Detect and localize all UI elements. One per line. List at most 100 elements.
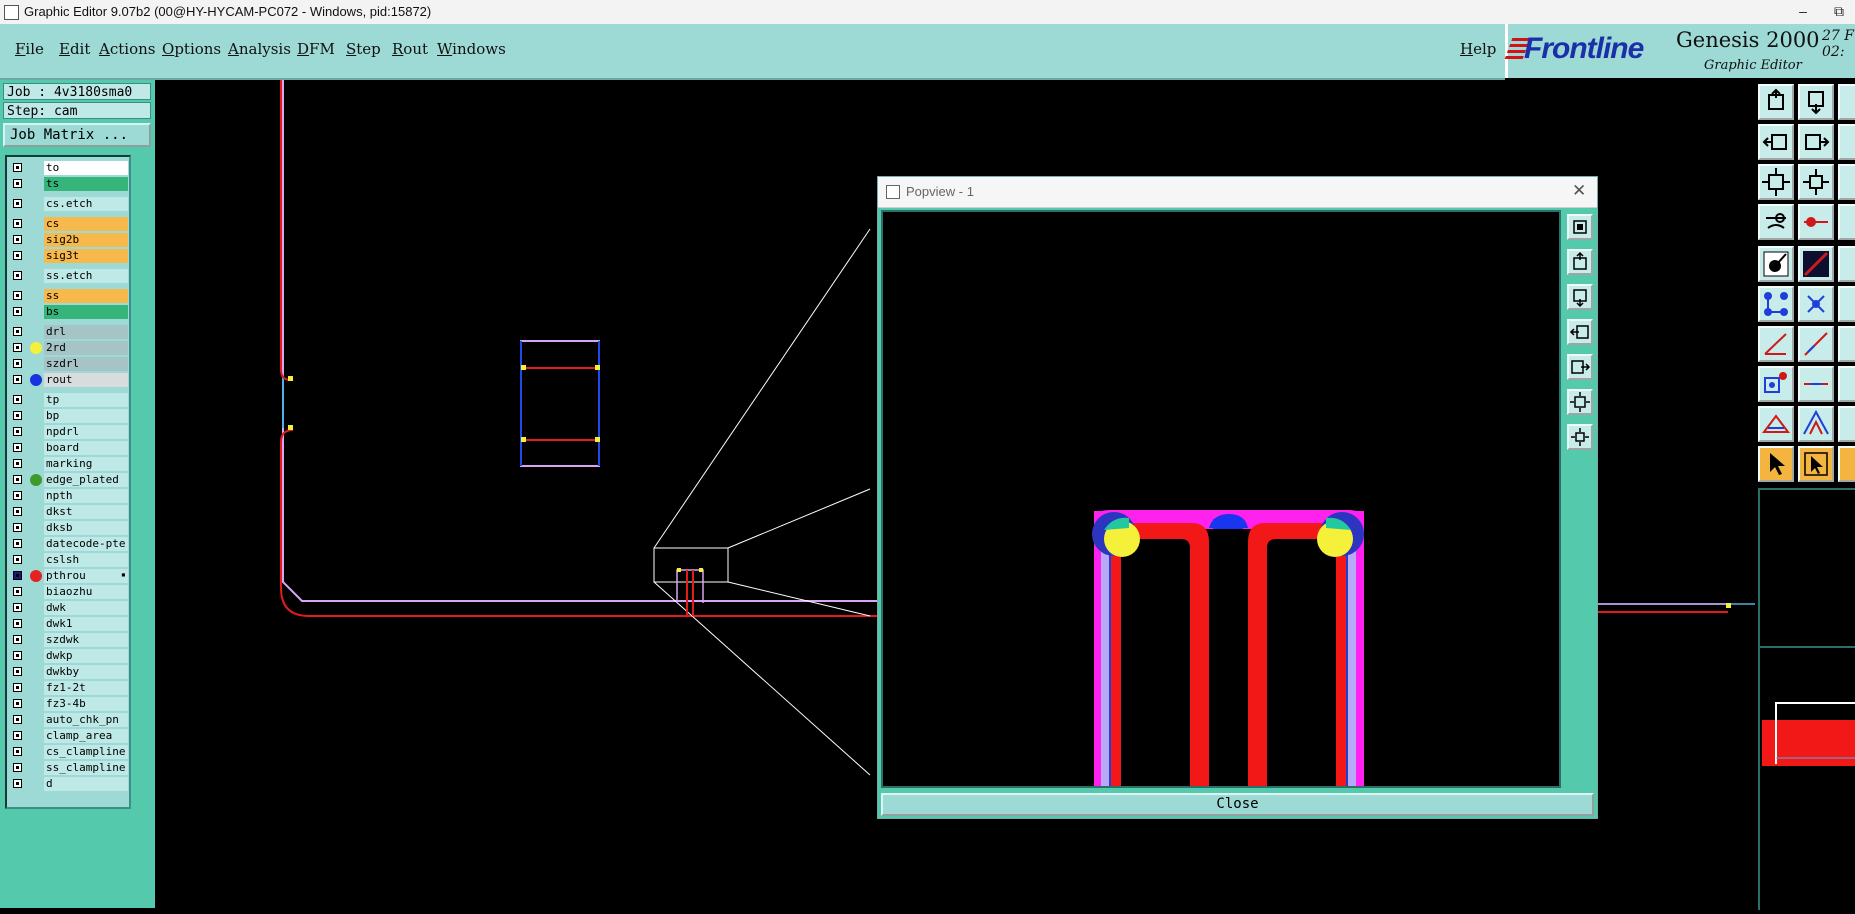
layer-name[interactable]: rout <box>44 373 128 387</box>
layer-row[interactable]: to <box>9 161 129 175</box>
menu-edit[interactable]: Edit <box>59 40 90 58</box>
layer-row[interactable]: dwkby <box>9 665 129 679</box>
layer-name[interactable]: datecode-pte <box>44 537 128 551</box>
layer-checkbox[interactable] <box>13 603 22 612</box>
polygon-icon[interactable] <box>1798 406 1834 442</box>
layer-name[interactable]: ss.etch <box>44 269 128 283</box>
layer-row[interactable]: dkst <box>9 505 129 519</box>
popview-extents-icon[interactable] <box>1567 424 1593 450</box>
layer-checkbox[interactable] <box>13 199 22 208</box>
layer-checkbox[interactable] <box>13 731 22 740</box>
layer-row[interactable]: szdrl <box>9 357 129 371</box>
menu-file[interactable]: File <box>15 40 44 58</box>
popview-zoom-box-icon[interactable] <box>1567 214 1593 240</box>
layer-row[interactable]: dwk1 <box>9 617 129 631</box>
layer-checkbox[interactable] <box>13 307 22 316</box>
layer-name[interactable]: cslsh <box>44 553 128 567</box>
layer-checkbox[interactable] <box>13 235 22 244</box>
layer-row[interactable]: fz3-4b <box>9 697 129 711</box>
layer-row[interactable]: clamp_area <box>9 729 129 743</box>
popview-zoom-out-icon[interactable] <box>1567 284 1593 310</box>
layer-name[interactable]: cs_clampline <box>44 745 128 759</box>
layer-name[interactable]: auto_chk_pn <box>44 713 128 727</box>
dimension-icon[interactable] <box>1838 366 1855 402</box>
layer-checkbox[interactable] <box>13 523 22 532</box>
layer-row[interactable]: ss <box>9 289 129 303</box>
text-icon[interactable] <box>1838 246 1855 282</box>
menu-analysis[interactable]: Analysis <box>228 40 291 58</box>
layer-name[interactable]: bs <box>44 305 128 319</box>
layer-row[interactable]: biaozhu <box>9 585 129 599</box>
menu-dfm[interactable]: DFM <box>297 40 335 58</box>
add-pad-icon[interactable] <box>1758 366 1794 402</box>
popview-zoom-in-icon[interactable] <box>1567 249 1593 275</box>
layer-name[interactable]: szdwk <box>44 633 128 647</box>
zoom-home-icon[interactable] <box>1758 84 1794 120</box>
layer-row[interactable]: auto_chk_pn <box>9 713 129 727</box>
layer-row[interactable]: dwk <box>9 601 129 615</box>
layer-name[interactable]: fz1-2t <box>44 681 128 695</box>
layer-checkbox[interactable] <box>13 343 22 352</box>
layer-checkbox[interactable] <box>13 475 22 484</box>
node-icon[interactable] <box>1838 286 1855 322</box>
layer-row[interactable]: tp <box>9 393 129 407</box>
layer-checkbox[interactable] <box>13 395 22 404</box>
restore-button[interactable]: ⧉ <box>1822 0 1855 24</box>
layer-name[interactable]: edge_plated <box>44 473 128 487</box>
pan-left-icon[interactable] <box>1758 124 1794 160</box>
popview-pan-right-icon[interactable] <box>1567 354 1593 380</box>
layer-checkbox[interactable] <box>13 375 22 384</box>
layer-checkbox[interactable] <box>13 619 22 628</box>
layer-name[interactable]: 2rd <box>44 341 128 355</box>
layer-checkbox[interactable] <box>13 539 22 548</box>
layer-row[interactable]: 2rd <box>9 341 129 355</box>
layer-row[interactable]: cs.etch <box>9 197 129 211</box>
layer-checkbox[interactable] <box>13 699 22 708</box>
layer-name[interactable]: dwkp <box>44 649 128 663</box>
layer-name[interactable]: bp <box>44 409 128 423</box>
layer-name[interactable]: dwk <box>44 601 128 615</box>
layer-name[interactable]: to <box>44 161 128 175</box>
layer-name[interactable]: npth <box>44 489 128 503</box>
layer-name[interactable]: board <box>44 441 128 455</box>
pan-right-icon[interactable] <box>1798 124 1834 160</box>
zoom-extents-icon[interactable] <box>1798 164 1834 200</box>
delete-node-icon[interactable] <box>1798 286 1834 322</box>
layer-row[interactable]: rout <box>9 373 129 387</box>
zoom-down-icon[interactable] <box>1798 84 1834 120</box>
pointer-edit-icon[interactable] <box>1798 446 1834 482</box>
job-matrix-button[interactable]: Job Matrix ... <box>3 123 151 147</box>
layer-checkbox[interactable] <box>13 327 22 336</box>
layer-checkbox[interactable] <box>13 571 22 580</box>
layer-checkbox[interactable] <box>13 651 22 660</box>
triangle-icon[interactable] <box>1758 406 1794 442</box>
pad-icon[interactable] <box>1758 246 1794 282</box>
layer-name[interactable]: pthrou <box>44 569 128 583</box>
connect-icon[interactable] <box>1758 286 1794 322</box>
popview-pan-left-icon[interactable] <box>1567 319 1593 345</box>
layer-name[interactable]: cs.etch <box>44 197 128 211</box>
layer-checkbox[interactable] <box>13 459 22 468</box>
angle-icon[interactable] <box>1758 326 1794 362</box>
layer-name[interactable]: npdrl <box>44 425 128 439</box>
layer-checkbox[interactable] <box>13 747 22 756</box>
line-draw-icon[interactable] <box>1798 246 1834 282</box>
pan-icon[interactable] <box>1838 84 1855 120</box>
layer-name[interactable]: dksb <box>44 521 128 535</box>
layer-row[interactable]: npdrl <box>9 425 129 439</box>
popview-close-button[interactable]: Close <box>881 793 1594 816</box>
layer-name[interactable]: ts <box>44 177 128 191</box>
layer-row[interactable]: pthrou ▪ <box>9 569 129 583</box>
popview-close-icon[interactable]: ✕ <box>1572 181 1586 201</box>
overview-map[interactable] <box>1758 646 1855 910</box>
layer-name[interactable]: fz3-4b <box>44 697 128 711</box>
arc-icon[interactable] <box>1838 326 1855 362</box>
layer-checkbox[interactable] <box>13 779 22 788</box>
layer-row[interactable]: dwkp <box>9 649 129 663</box>
layer-checkbox[interactable] <box>13 667 22 676</box>
layer-name[interactable]: cs <box>44 217 128 231</box>
layer-checkbox[interactable] <box>13 443 22 452</box>
layer-checkbox[interactable] <box>13 715 22 724</box>
layer-row[interactable]: d <box>9 777 129 791</box>
layer-name[interactable]: szdrl <box>44 357 128 371</box>
